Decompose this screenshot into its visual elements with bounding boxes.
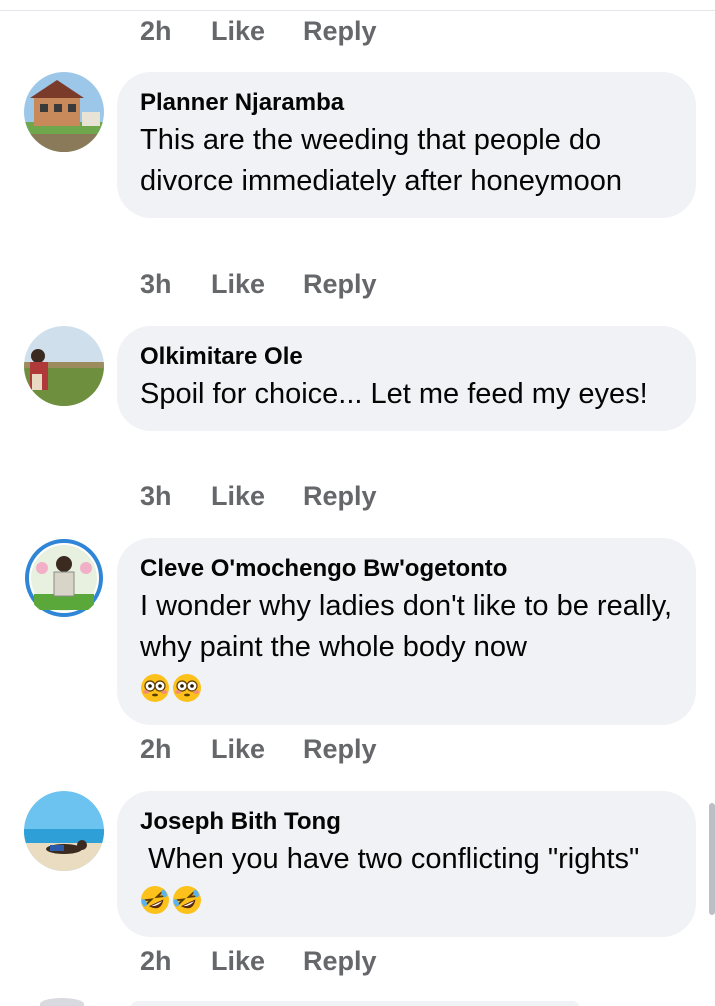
- like-button[interactable]: Like: [211, 734, 303, 765]
- comment-text-content: I wonder why ladies don't like to be rea…: [140, 590, 673, 663]
- comment-bubble: Cleve O'mochengo Bw'ogetonto I wonder wh…: [117, 538, 696, 725]
- comment-bubble: Olkimitare Ole Spoil for choice... Let m…: [117, 326, 696, 431]
- avatar[interactable]: [40, 998, 84, 1006]
- comment-author[interactable]: Olkimitare Ole: [140, 342, 674, 372]
- like-button[interactable]: Like: [211, 16, 303, 47]
- comment-text-content: When you have two conflicting "rights": [140, 843, 640, 875]
- reply-button[interactable]: Reply: [303, 16, 377, 47]
- comment-actions: 3h Like Reply: [140, 476, 377, 516]
- scrollbar[interactable]: [709, 803, 715, 915]
- reply-button[interactable]: Reply: [303, 946, 377, 977]
- comment-author[interactable]: Planner Njaramba: [140, 88, 674, 118]
- reply-button[interactable]: Reply: [303, 481, 377, 512]
- comment-actions: 2h Like Reply: [140, 941, 377, 981]
- timestamp[interactable]: 3h: [140, 269, 211, 300]
- comment-actions: 3h Like Reply: [140, 264, 377, 304]
- comment-text: I wonder why ladies don't like to be rea…: [140, 586, 674, 709]
- comment-actions: 2h Like Reply: [140, 11, 377, 51]
- timestamp[interactable]: 2h: [140, 734, 211, 765]
- reply-button[interactable]: Reply: [303, 269, 377, 300]
- avatar[interactable]: [24, 538, 104, 618]
- comment-text: When you have two conflicting "rights": [140, 839, 674, 921]
- comment-bubble: [130, 1001, 580, 1006]
- flushed-face-icon: [140, 673, 170, 703]
- avatar[interactable]: [24, 326, 104, 406]
- reply-button[interactable]: Reply: [303, 734, 377, 765]
- avatar[interactable]: [24, 72, 104, 152]
- comment-bubble: Joseph Bith Tong When you have two confl…: [117, 791, 696, 937]
- comment-bubble: Planner Njaramba This are the weeding th…: [117, 72, 696, 218]
- like-button[interactable]: Like: [211, 481, 303, 512]
- rolling-laughing-face-icon: [140, 885, 170, 915]
- rolling-laughing-face-icon: [172, 885, 202, 915]
- comment-text: Spoil for choice... Let me feed my eyes!: [140, 378, 648, 410]
- like-button[interactable]: Like: [211, 269, 303, 300]
- like-button[interactable]: Like: [211, 946, 303, 977]
- timestamp[interactable]: 2h: [140, 946, 211, 977]
- comment-actions: 2h Like Reply: [140, 729, 377, 769]
- flushed-face-icon: [172, 673, 202, 703]
- comment-text: This are the weeding that people do divo…: [140, 124, 622, 197]
- timestamp[interactable]: 2h: [140, 16, 211, 47]
- timestamp[interactable]: 3h: [140, 481, 211, 512]
- comment-author[interactable]: Cleve O'mochengo Bw'ogetonto: [140, 554, 674, 584]
- avatar[interactable]: [24, 791, 104, 871]
- comment-author[interactable]: Joseph Bith Tong: [140, 807, 674, 837]
